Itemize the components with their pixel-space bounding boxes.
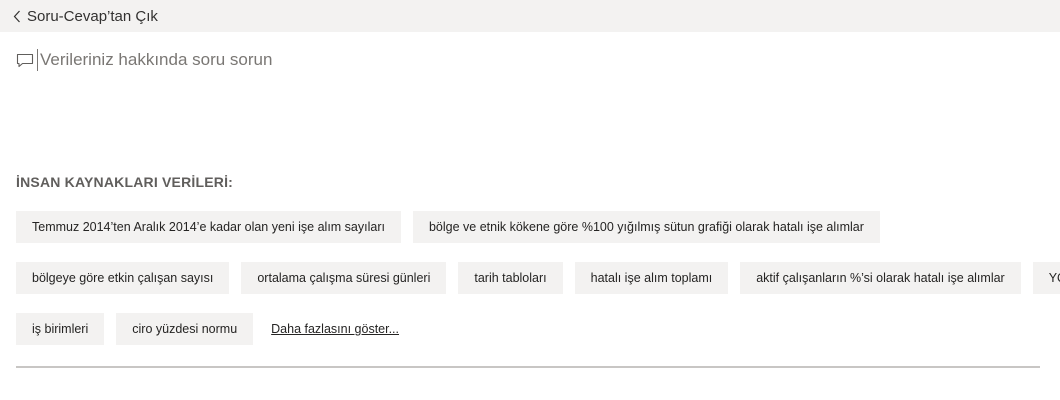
qa-box (16, 46, 1036, 74)
suggestion-chip[interactable]: hatalı işe alım toplamı (574, 262, 729, 294)
suggestions-heading: İNSAN KAYNAKLARI VERİLERİ: (16, 174, 234, 190)
suggestion-chip[interactable]: aktif çalışanların %’si olarak hatalı iş… (740, 262, 1021, 294)
divider (16, 366, 1040, 368)
chat-icon (16, 51, 34, 69)
suggestion-chip[interactable]: ciro yüzdesi normu (116, 313, 254, 345)
suggestion-chip[interactable]: Temmuz 2014’ten Aralık 2014’e kadar olan… (16, 211, 401, 243)
suggestion-chip[interactable]: bölge ve etnik kökene göre %100 yığılmış… (412, 211, 880, 243)
exit-qa-button[interactable]: Soru-Cevap’tan Çık (11, 0, 158, 32)
chip-row: Temmuz 2014’ten Aralık 2014’e kadar olan… (16, 211, 1046, 243)
suggestion-chip[interactable]: bölgeye göre etkin çalışan sayısı (16, 262, 230, 294)
suggestion-chip[interactable]: YQM (1032, 262, 1060, 294)
suggestion-chip[interactable]: ortalama çalışma süresi günleri (241, 262, 447, 294)
chevron-left-icon (11, 8, 23, 24)
exit-qa-label: Soru-Cevap’tan Çık (27, 7, 158, 25)
chip-row: iş birimleri ciro yüzdesi normu Daha faz… (16, 313, 1046, 345)
top-bar: Soru-Cevap’tan Çık (0, 0, 1060, 32)
suggestion-chips: Temmuz 2014’ten Aralık 2014’e kadar olan… (16, 211, 1060, 364)
suggestion-chip[interactable]: iş birimleri (16, 313, 105, 345)
text-caret (37, 49, 38, 71)
qa-question-input[interactable] (40, 47, 940, 73)
show-more-link[interactable]: Daha fazlasını göster... (271, 322, 399, 336)
suggestion-chip[interactable]: tarih tabloları (458, 262, 563, 294)
chip-row: bölgeye göre etkin çalışan sayısı ortala… (16, 262, 1060, 294)
